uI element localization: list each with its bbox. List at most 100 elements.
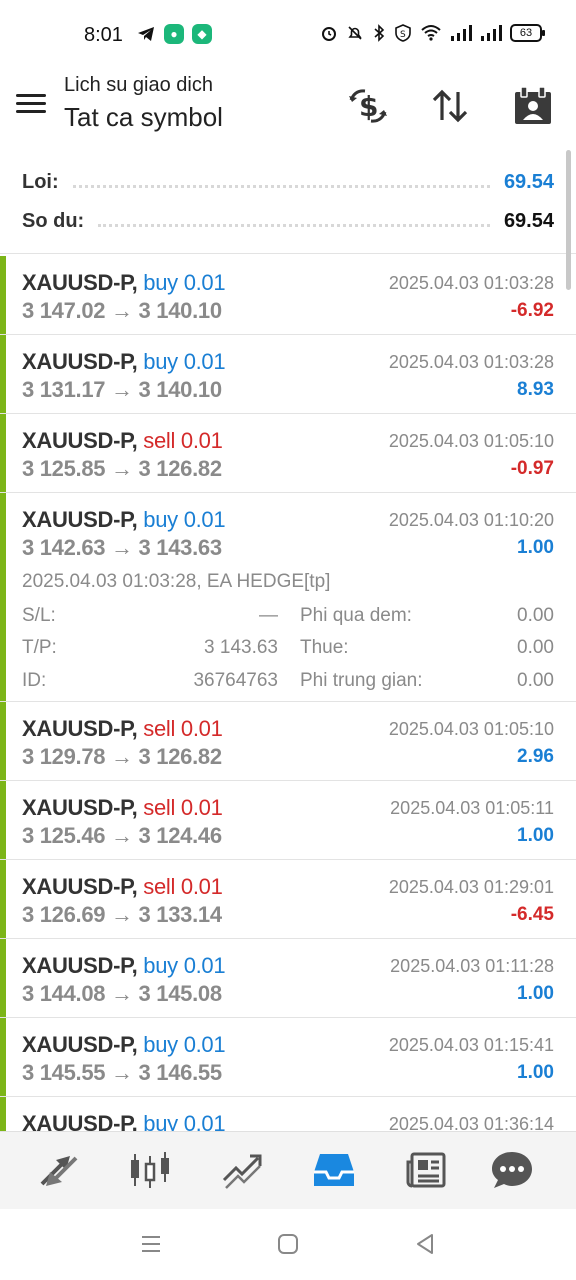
trade-time: 2025.04.03 01:05:10 bbox=[388, 431, 554, 451]
status-time: 8:01 bbox=[84, 24, 123, 46]
detail-row-id: ID: 36764763 Phi trung gian: 0.00 bbox=[22, 670, 554, 700]
trade-side: buy bbox=[143, 953, 178, 978]
trade-symbol: XAUUSD-P, bbox=[22, 716, 138, 741]
trade-volume: 0.01 bbox=[180, 795, 223, 820]
balance-value: 69.54 bbox=[503, 209, 554, 232]
detail-row-sl: S/L: — Phi qua dem: 0.00 bbox=[22, 605, 554, 635]
trade-volume: 0.01 bbox=[183, 270, 226, 295]
trade-time: 2025.04.03 01:05:10 bbox=[388, 719, 554, 739]
trade-side: sell bbox=[143, 428, 176, 453]
trade-side: buy bbox=[143, 270, 178, 295]
bluetooth-icon bbox=[374, 24, 385, 42]
trade-row[interactable]: XAUUSD-P, buy 0.01 3 145.55 → 3 146.55 2… bbox=[0, 1018, 576, 1097]
swap-value: 0.00 bbox=[517, 605, 554, 626]
trade-row[interactable]: XAUUSD-P, buy 0.01 3 147.02 → 3 140.10 2… bbox=[0, 256, 576, 335]
status-bar: 8:01 ● ◆ S 63 bbox=[0, 0, 576, 70]
calendar-icon[interactable] bbox=[511, 84, 555, 128]
trade-profit: 2.96 bbox=[517, 746, 554, 767]
trade-time: 2025.04.03 01:11:28 bbox=[390, 956, 554, 976]
news-icon[interactable] bbox=[402, 1148, 450, 1192]
trade-volume: 0.01 bbox=[180, 716, 223, 741]
trade-symbol: XAUUSD-P, bbox=[22, 507, 138, 532]
trade-time: 2025.04.03 01:15:41 bbox=[388, 1035, 554, 1055]
trade-symbol: XAUUSD-P, bbox=[22, 1032, 138, 1057]
sort-icon[interactable] bbox=[428, 84, 472, 128]
trade-volume: 0.01 bbox=[183, 349, 226, 374]
trade-row[interactable]: XAUUSD-P, sell 0.01 3 126.69 → 3 133.14 … bbox=[0, 860, 576, 939]
trade-icon[interactable] bbox=[218, 1148, 266, 1192]
quotes-icon[interactable] bbox=[34, 1148, 82, 1192]
trade-side: sell bbox=[143, 795, 176, 820]
back-icon[interactable] bbox=[410, 1229, 440, 1259]
history-summary: Loi: 69.54 So du: 69.54 bbox=[0, 160, 576, 254]
trade-symbol: XAUUSD-P, bbox=[22, 428, 138, 453]
trade-time: 2025.04.03 01:05:11 bbox=[390, 798, 554, 818]
trade-symbol: XAUUSD-P, bbox=[22, 1111, 138, 1131]
trade-row-expanded[interactable]: XAUUSD-P, buy 0.01 3 142.63 → 3 143.63 2… bbox=[0, 493, 576, 702]
signal-icon-2 bbox=[481, 25, 502, 41]
trade-row[interactable]: XAUUSD-P, sell 0.01 3 129.78 → 3 126.82 … bbox=[0, 702, 576, 781]
trade-side: buy bbox=[143, 1032, 178, 1057]
battery-indicator: 63 bbox=[510, 24, 545, 42]
shield-app-icon: ◆ bbox=[192, 24, 212, 44]
system-nav-bar bbox=[0, 1209, 576, 1280]
trade-profit: 1.00 bbox=[517, 1062, 554, 1083]
wifi-icon bbox=[421, 25, 441, 41]
signal-icon bbox=[451, 25, 472, 41]
trade-symbol: XAUUSD-P, bbox=[22, 349, 138, 374]
commission-label: Phi trung gian: bbox=[300, 670, 423, 691]
trade-prices: 3 129.78 → 3 126.82 bbox=[22, 744, 222, 769]
trade-row[interactable]: XAUUSD-P, buy 0.01 3 131.17 → 3 140.10 2… bbox=[0, 335, 576, 414]
trade-row[interactable]: XAUUSD-P, buy 0.01 3 144.08 → 3 145.08 2… bbox=[0, 939, 576, 1018]
app-header: Lich su giao dich Tat ca symbol $ bbox=[0, 70, 576, 146]
mute-bell-icon bbox=[348, 26, 362, 40]
trade-prices: 3 125.46 → 3 124.46 bbox=[22, 823, 222, 848]
trade-profit: -0.97 bbox=[510, 458, 554, 479]
tp-value: 3 143.63 bbox=[204, 637, 278, 658]
trade-prices: 3 142.63 → 3 143.63 bbox=[22, 535, 222, 560]
trade-symbol: XAUUSD-P, bbox=[22, 874, 138, 899]
trade-volume: 0.01 bbox=[183, 953, 226, 978]
trade-volume: 0.01 bbox=[183, 1111, 226, 1131]
trade-volume: 0.01 bbox=[183, 507, 226, 532]
history-icon[interactable] bbox=[310, 1148, 358, 1192]
id-value: 36764763 bbox=[193, 670, 278, 691]
home-icon[interactable] bbox=[273, 1229, 303, 1259]
symbol-filter-title[interactable]: Tat ca symbol bbox=[64, 102, 223, 133]
trade-row[interactable]: XAUUSD-P, sell 0.01 3 125.85 → 3 126.82 … bbox=[0, 414, 576, 493]
trade-side: buy bbox=[143, 507, 178, 532]
trade-history-list: XAUUSD-P, buy 0.01 3 147.02 → 3 140.10 2… bbox=[0, 256, 576, 1131]
detail-row-tp: T/P: 3 143.63 Thue: 0.00 bbox=[22, 637, 554, 667]
trade-profit: -6.92 bbox=[510, 300, 554, 321]
trade-prices: 3 125.85 → 3 126.82 bbox=[22, 456, 222, 481]
trade-time: 2025.04.03 01:10:20 bbox=[388, 510, 554, 530]
trade-profit: -6.45 bbox=[510, 904, 554, 925]
trade-side: buy bbox=[143, 1111, 178, 1131]
tax-label: Thue: bbox=[300, 637, 349, 658]
trade-time: 2025.04.03 01:29:01 bbox=[388, 877, 554, 897]
chart-icon[interactable] bbox=[126, 1148, 174, 1192]
id-label: ID: bbox=[22, 670, 47, 691]
trade-row[interactable]: XAUUSD-P, buy 0.01 2025.04.03 01:36:14 bbox=[0, 1097, 576, 1131]
trade-row[interactable]: XAUUSD-P, sell 0.01 3 125.46 → 3 124.46 … bbox=[0, 781, 576, 860]
trade-symbol: XAUUSD-P, bbox=[22, 270, 138, 295]
trade-prices: 3 126.69 → 3 133.14 bbox=[22, 902, 222, 927]
recent-apps-icon[interactable] bbox=[136, 1229, 166, 1259]
messages-icon[interactable] bbox=[488, 1148, 536, 1192]
trade-side: buy bbox=[143, 349, 178, 374]
trade-side: sell bbox=[143, 874, 176, 899]
trade-symbol: XAUUSD-P, bbox=[22, 953, 138, 978]
trade-time: 2025.04.03 01:36:14 bbox=[388, 1114, 554, 1131]
trade-prices: 3 144.08 → 3 145.08 bbox=[22, 981, 222, 1006]
sl-value: — bbox=[259, 605, 278, 626]
trade-prices: 3 131.17 → 3 140.10 bbox=[22, 377, 222, 402]
commission-value: 0.00 bbox=[517, 670, 554, 691]
menu-icon[interactable] bbox=[16, 88, 48, 120]
trade-time: 2025.04.03 01:03:28 bbox=[388, 352, 554, 372]
currency-exchange-icon[interactable]: $ bbox=[346, 84, 390, 128]
profit-value: 69.54 bbox=[503, 170, 554, 193]
messenger-app-icon: ● bbox=[164, 24, 184, 44]
svg-text:$: $ bbox=[359, 90, 378, 123]
trade-volume: 0.01 bbox=[180, 428, 223, 453]
trade-open-info: 2025.04.03 01:03:28, EA HEDGE[tp] bbox=[22, 571, 331, 592]
